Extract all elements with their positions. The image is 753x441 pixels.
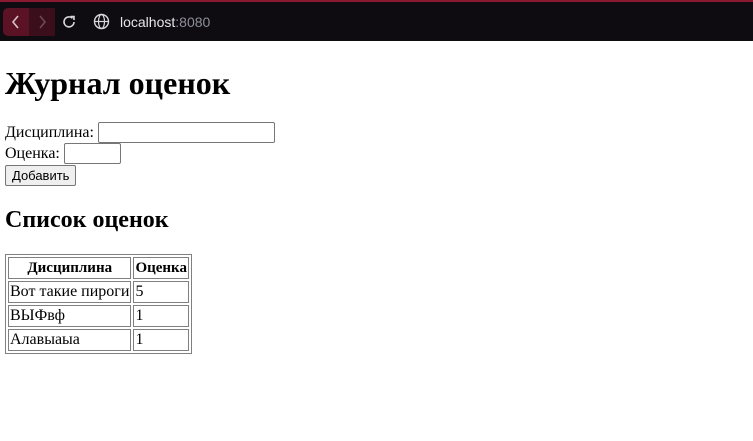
cell-discipline: ВЫФвф (8, 305, 132, 327)
discipline-row: Дисциплина: (5, 122, 748, 143)
page-title: Журнал оценок (5, 65, 231, 101)
cell-grade: 5 (133, 281, 189, 303)
globe-icon (93, 13, 110, 30)
back-button[interactable] (3, 7, 29, 36)
page-content: Журнал оценок Дисциплина: Оценка: Добави… (0, 65, 753, 354)
url-host: localhost (120, 13, 176, 30)
reload-icon (63, 15, 75, 28)
cell-grade: 1 (133, 305, 189, 327)
table-row: Алавыаыа 1 (8, 329, 189, 351)
cell-discipline: Алавыаыа (8, 329, 132, 351)
forward-icon (39, 14, 47, 29)
grade-row: Оценка: (5, 143, 748, 164)
grades-table: Дисциплина Оценка Вот такие пироги 5 ВЫФ… (5, 254, 192, 354)
forward-button[interactable] (29, 7, 55, 36)
grade-input[interactable] (63, 143, 121, 164)
address-bar[interactable]: localhost:8080 (93, 13, 210, 30)
header-discipline: Дисциплина (8, 257, 132, 279)
table-row: ВЫФвф 1 (8, 305, 189, 327)
list-heading: Список оценок (5, 207, 169, 233)
cell-grade: 1 (133, 329, 189, 351)
discipline-input[interactable] (97, 122, 275, 143)
table-row: Вот такие пироги 5 (8, 281, 189, 303)
add-button[interactable]: Добавить (5, 165, 77, 186)
browser-toolbar: localhost:8080 (0, 0, 753, 41)
url-port: :8080 (175, 13, 211, 30)
table-header-row: Дисциплина Оценка (8, 257, 189, 279)
nav-buttons (3, 7, 83, 36)
cell-discipline: Вот такие пироги (8, 281, 132, 303)
back-icon (11, 14, 19, 29)
header-grade: Оценка (133, 257, 189, 279)
reload-button[interactable] (55, 8, 83, 36)
grade-label: Оценка: (5, 145, 60, 162)
discipline-label: Дисциплина: (5, 124, 94, 141)
